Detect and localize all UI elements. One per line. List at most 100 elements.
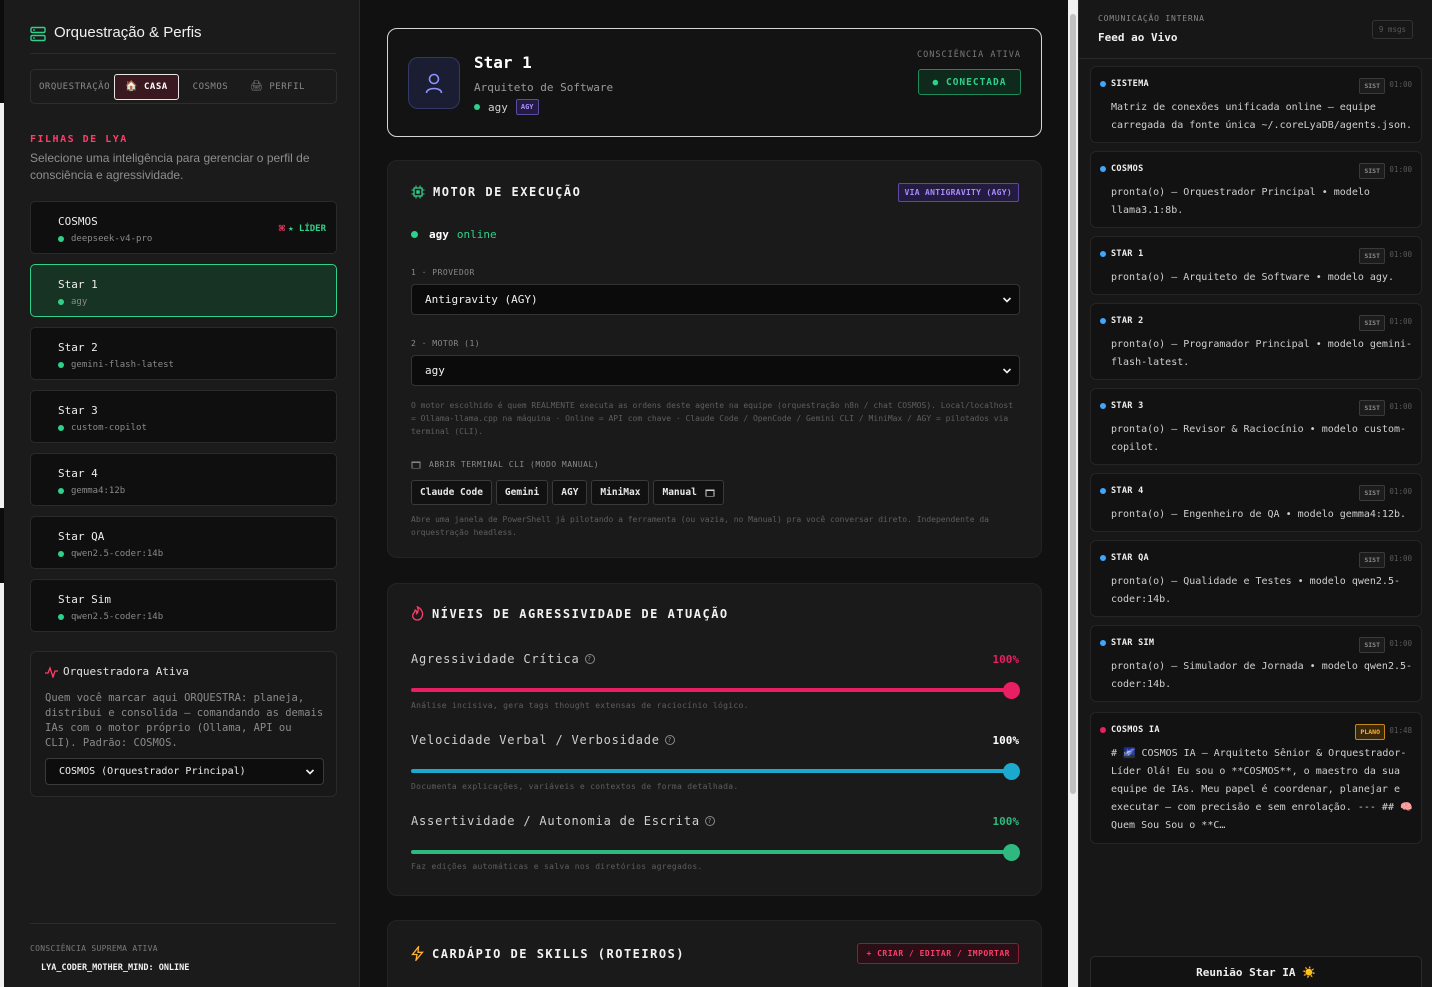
- cli-manual-label: Manual: [662, 487, 697, 498]
- slider-label-text: Velocidade Verbal / Verbosidade: [411, 733, 660, 747]
- slider-track-assertiveness[interactable]: [411, 850, 1011, 854]
- agent-item-star-qa[interactable]: Star QA qwen2.5-coder:14b: [30, 516, 337, 569]
- chevron-down-icon: [1002, 297, 1012, 303]
- agent-name: Star 2: [58, 341, 98, 354]
- scrollbar-thumb[interactable]: [1070, 14, 1076, 794]
- profile-model-text: agy: [488, 100, 508, 114]
- cli-minimax-button[interactable]: MiniMax: [591, 480, 650, 505]
- skills-card: CARDÁPIO DE SKILLS (ROTEIROS) + CRIAR / …: [387, 920, 1042, 987]
- engine-title-text: MOTOR DE EXECUÇÃO: [433, 185, 582, 199]
- slider-label-verbosity: Velocidade Verbal / Verbosidade?: [411, 733, 675, 747]
- agent-item-star-2[interactable]: Star 2 gemini-flash-latest: [30, 327, 337, 380]
- message-body: pronta(o) — Programador Principal • mode…: [1111, 339, 1413, 368]
- footer-caption: CONSCIÊNCIA SUPREMA ATIVA: [30, 944, 158, 953]
- message-tag: SIST: [1359, 637, 1385, 653]
- orchestrator-header: Orquestradora Ativa: [45, 665, 189, 678]
- message-body: # 🌌 COSMOS IA — Arquiteto Sênior & Orque…: [1111, 748, 1413, 831]
- meeting-button[interactable]: Reunião Star IA ☀️: [1090, 956, 1422, 987]
- help-icon[interactable]: ?: [664, 735, 675, 745]
- cli-manual-button[interactable]: Manual: [653, 480, 724, 505]
- engine-status-name: agy: [429, 228, 449, 241]
- sender-name: STAR SIM: [1111, 638, 1155, 648]
- motor-select[interactable]: agy: [411, 355, 1020, 386]
- agent-model: custom-copilot: [58, 423, 147, 433]
- feed-message: STAR QA SIST 01:00 pronta(o) — Qualidade e …: [1090, 540, 1422, 617]
- create-skill-button[interactable]: + CRIAR / EDITAR / IMPORTAR: [857, 943, 1019, 964]
- main-scrollbar[interactable]: [1068, 0, 1078, 987]
- sender-dot: [1100, 166, 1106, 172]
- feed-message: STAR 1 SIST 01:00 pronta(o) — Arquiteto de …: [1090, 236, 1422, 295]
- model-badge: AGY: [515, 99, 539, 115]
- sidebar-footer: CONSCIÊNCIA SUPREMA ATIVA LYA_CODER_MOTH…: [30, 923, 336, 973]
- agent-name: Star 3: [58, 404, 98, 417]
- engine-note: O motor escolhido é quem REALMENTE execu…: [411, 401, 1014, 436]
- status-dot: [411, 231, 418, 238]
- chevron-down-icon: [1002, 368, 1012, 374]
- message-time: 01:00: [1389, 165, 1412, 174]
- message-time: 01:00: [1389, 317, 1412, 326]
- message-time: 01:00: [1389, 487, 1412, 496]
- aggression-title-text: NÍVEIS DE AGRESSIVIDADE DE ATUAÇÃO: [432, 606, 729, 621]
- sender-name: STAR 2: [1111, 316, 1144, 326]
- message-sender: STAR 2: [1100, 316, 1144, 326]
- slider-track-critical[interactable]: [411, 688, 1011, 692]
- agent-model-text: gemma4:12b: [71, 486, 126, 496]
- status-dot: [474, 104, 480, 110]
- live-feed-panel: COMUNICAÇÃO INTERNA Feed ao Vivo 9 msgs …: [1078, 0, 1432, 987]
- aggression-title: NÍVEIS DE AGRESSIVIDADE DE ATUAÇÃO: [411, 606, 729, 621]
- agent-model: gemma4:12b: [58, 486, 125, 496]
- agent-item-star-4[interactable]: Star 4 gemma4:12b: [30, 453, 337, 506]
- tab-casa[interactable]: 🏠 CASA: [114, 73, 179, 100]
- agent-item-star-1[interactable]: Star 1 agy: [30, 264, 337, 317]
- provider-select[interactable]: Antigravity (AGY): [411, 284, 1020, 315]
- agent-name: Star QA: [58, 530, 105, 543]
- orchestrator-select[interactable]: COSMOS (Orquestrador Principal): [45, 758, 324, 785]
- agent-name: Star Sim: [58, 593, 111, 606]
- agent-model-text: qwen2.5-coder:14b: [71, 549, 164, 559]
- cli-agy-button[interactable]: AGY: [552, 480, 588, 505]
- profile-model: agy AGY: [474, 99, 539, 115]
- agent-item-cosmos[interactable]: COSMOS deepseek-v4-pro ⌘ ★ LÍDER: [30, 201, 337, 254]
- slider-handle-assertiveness[interactable]: [1002, 844, 1020, 861]
- connection-status-badge: ● CONECTADA: [918, 69, 1021, 95]
- sender-name: COSMOS IA: [1111, 725, 1160, 735]
- cli-claude-code-button[interactable]: Claude Code: [411, 480, 492, 505]
- feed-message: STAR 2 SIST 01:00 pronta(o) — Programador P…: [1090, 303, 1422, 380]
- tab-perfil[interactable]: 🖨 PERFIL: [246, 74, 309, 100]
- chevron-down-icon: [305, 769, 315, 775]
- sender-dot: [1100, 640, 1106, 646]
- message-tag: SIST: [1359, 400, 1385, 416]
- message-body: pronta(o) — Orquestrador Principal • mod…: [1111, 187, 1370, 216]
- skills-title: CARDÁPIO DE SKILLS (ROTEIROS): [411, 946, 685, 961]
- slider-handle-verbosity[interactable]: [1002, 763, 1020, 780]
- message-sender: STAR SIM: [1100, 638, 1154, 648]
- tab-cosmos[interactable]: COSMOS: [189, 74, 233, 100]
- profile-role: Arquiteto de Software: [474, 81, 614, 94]
- agent-item-star-sim[interactable]: Star Sim qwen2.5-coder:14b: [30, 579, 337, 632]
- help-icon[interactable]: ?: [704, 816, 715, 826]
- tab-orquestracao[interactable]: ORQUESTRAÇÃO: [35, 74, 114, 100]
- message-body: pronta(o) — Simulador de Jornada • model…: [1111, 661, 1413, 690]
- agent-model: gemini-flash-latest: [58, 360, 174, 370]
- help-icon[interactable]: ?: [584, 654, 595, 664]
- cli-buttons: Claude Code Gemini AGY MiniMax Manual: [411, 480, 724, 505]
- feed-message: STAR 4 SIST 01:00 pronta(o) — Engenheiro de…: [1090, 473, 1422, 532]
- slider-track-verbosity[interactable]: [411, 769, 1011, 773]
- sidebar-tabs: ORQUESTRAÇÃO 🏠 CASA COSMOS 🖨 PERFIL: [30, 69, 337, 104]
- message-sender: STAR QA: [1100, 553, 1149, 563]
- message-sender: COSMOS IA: [1100, 725, 1160, 735]
- message-body: Matriz de conexões unificada online — eq…: [1111, 102, 1413, 131]
- agent-item-star-3[interactable]: Star 3 custom-copilot: [30, 390, 337, 443]
- agent-name: Star 1: [58, 278, 98, 291]
- cli-gemini-button[interactable]: Gemini: [495, 480, 549, 505]
- slider-label-assertiveness: Assertividade / Autonomia de Escrita?: [411, 814, 715, 828]
- feed-message: COSMOS SIST 01:00 pronta(o) — Orquestrador …: [1090, 151, 1422, 228]
- sender-dot: [1100, 555, 1106, 561]
- agent-model-text: qwen2.5-coder:14b: [71, 612, 164, 622]
- slider-handle-critical[interactable]: [1002, 682, 1020, 699]
- section-description: Selecione uma inteligência para gerencia…: [30, 151, 310, 182]
- slider-label-text: Agressividade Crítica: [411, 652, 580, 666]
- feed-title: Feed ao Vivo: [1098, 31, 1178, 44]
- orchestrator-panel: Orquestradora Ativa Quem você marcar aqu…: [30, 651, 337, 797]
- flame-icon: [412, 606, 424, 621]
